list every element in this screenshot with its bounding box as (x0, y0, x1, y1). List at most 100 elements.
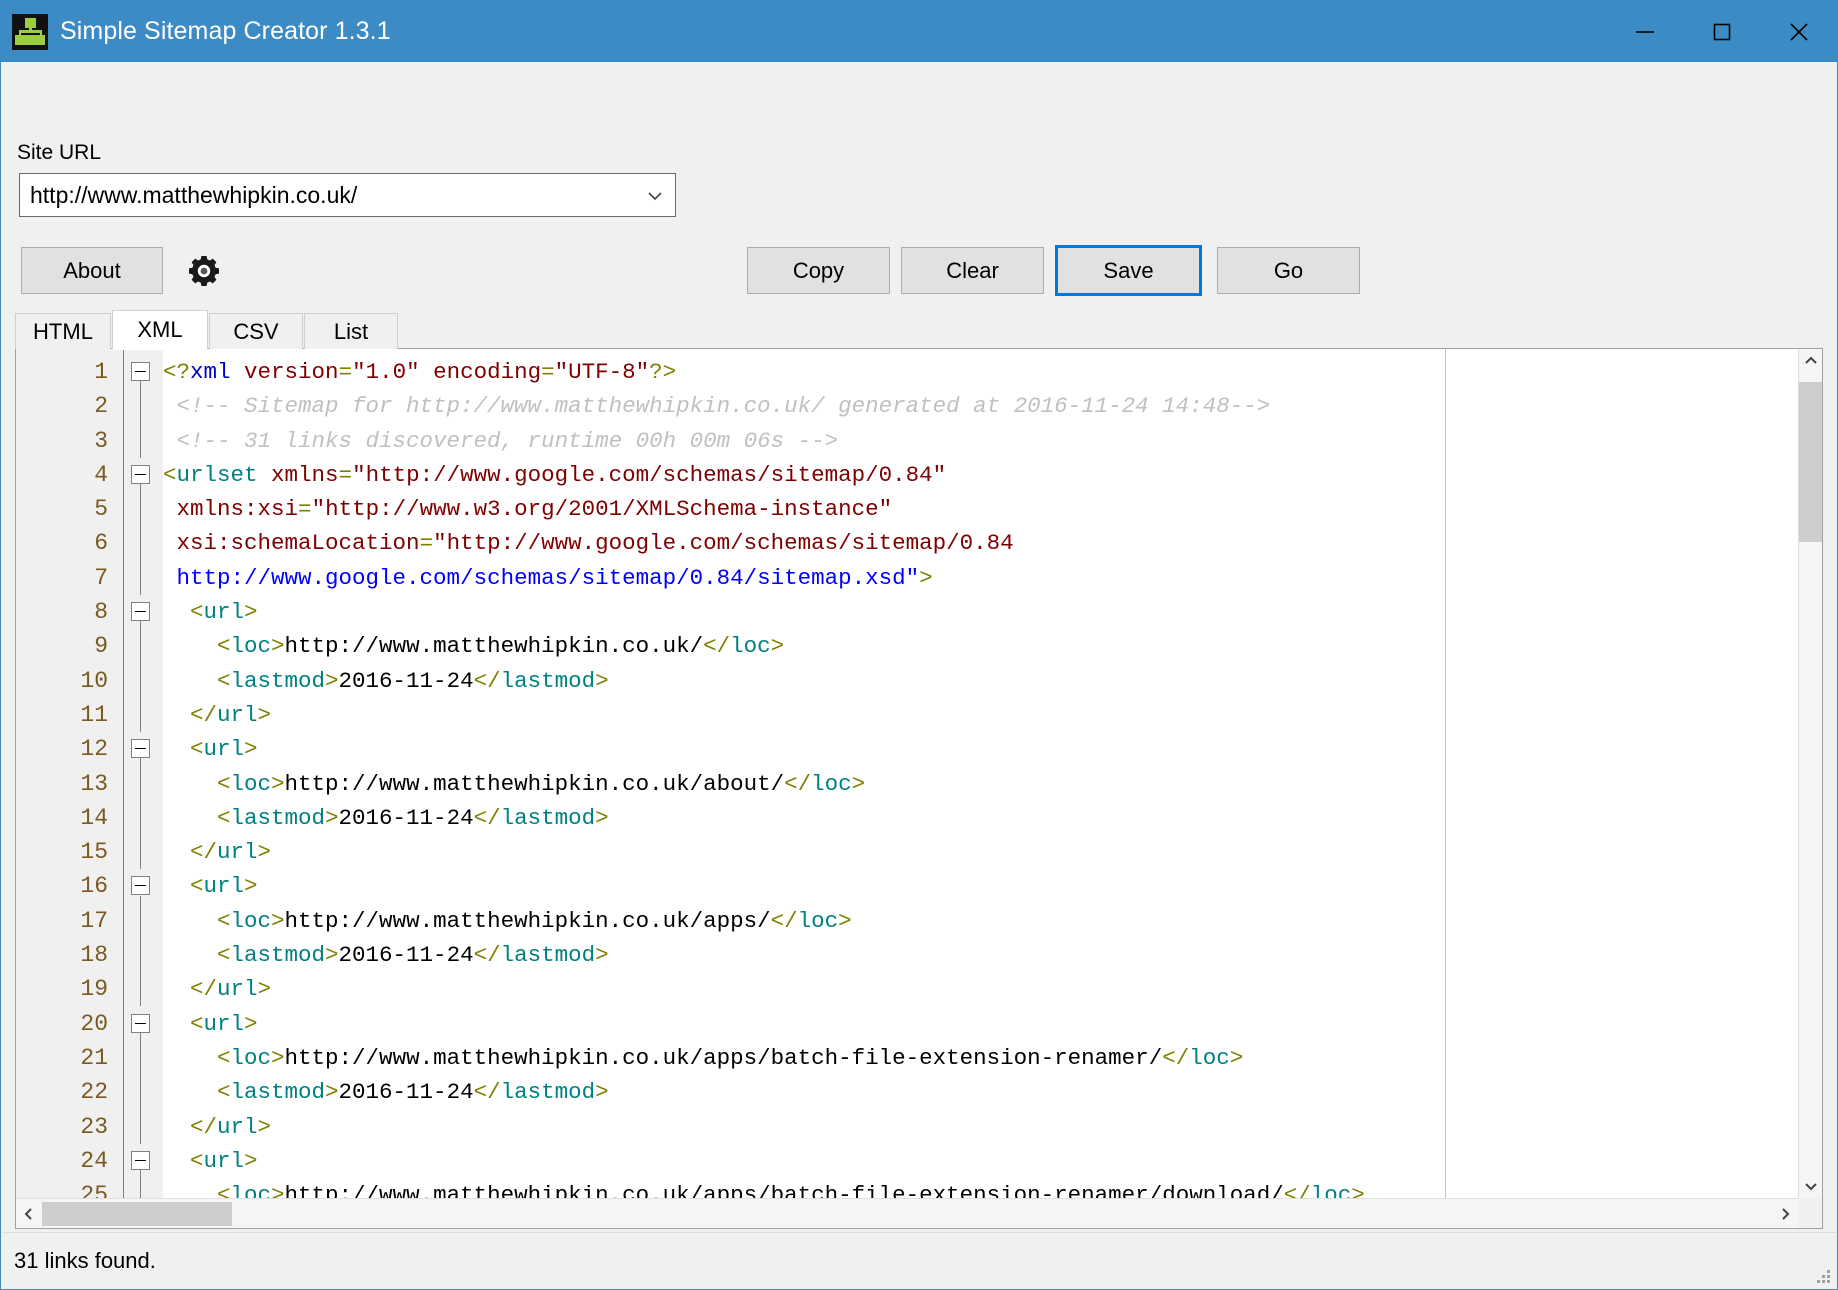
code-line: 12 <url> (16, 732, 1798, 766)
line-number: 12 (80, 736, 108, 763)
code-text: </url> (163, 839, 272, 866)
code-text: <loc>http://www.matthewhipkin.co.uk/apps… (163, 1044, 1244, 1071)
tab-label: HTML (33, 318, 93, 344)
horizontal-scrollbar[interactable] (16, 1198, 1798, 1228)
code-text: <!-- Sitemap for http://www.matthewhipki… (163, 393, 1271, 420)
code-text: http://www.google.com/schemas/sitemap/0.… (176, 564, 933, 591)
code-text: <loc>http://www.matthewhipkin.co.uk/</lo… (163, 633, 785, 660)
tab-label: XML (137, 317, 183, 342)
main-content: Site URL About Copy Clear Save Go HTML XM… (1, 62, 1837, 1289)
site-url-input[interactable] (20, 175, 638, 215)
code-text: <url> (163, 736, 258, 763)
code-line: 22 <lastmod>2016-11-24</lastmod> (16, 1075, 1798, 1109)
status-message: 31 links found. (14, 1247, 156, 1273)
fold-guide-line (140, 1032, 141, 1144)
line-number: 22 (80, 1079, 108, 1106)
window-title: Simple Sitemap Creator 1.3.1 (60, 17, 391, 45)
code-text: </url> (163, 701, 272, 728)
fold-toggle-icon[interactable] (131, 602, 150, 622)
line-number: 3 (94, 427, 108, 454)
copy-button[interactable]: Copy (747, 247, 890, 294)
code-line: 1 <?xml version="1.0" encoding="UTF-8"?> (16, 355, 1798, 389)
fold-toggle-icon[interactable] (131, 1013, 150, 1033)
code-line: 25 <loc>http://www.matthewhipkin.co.uk/a… (16, 1178, 1798, 1198)
site-url-combobox[interactable] (19, 173, 676, 217)
code-text: <!-- 31 links discovered, runtime 00h 00… (163, 427, 839, 454)
tab-list[interactable]: List (304, 313, 398, 349)
line-number: 23 (80, 1113, 108, 1140)
code-line: 3 <!-- 31 links discovered, runtime 00h … (16, 424, 1798, 458)
scroll-left-icon[interactable] (16, 1199, 42, 1228)
code-line: 23 </url> (16, 1110, 1798, 1144)
line-number: 18 (80, 942, 108, 969)
code-line: 16 <url> (16, 869, 1798, 903)
go-button[interactable]: Go (1217, 247, 1360, 294)
line-number: 15 (80, 839, 108, 866)
line-number: 24 (80, 1147, 108, 1174)
sitemap-icon (12, 13, 48, 50)
line-number: 20 (80, 1010, 108, 1037)
line-number: 5 (94, 496, 108, 523)
clear-button[interactable]: Clear (901, 247, 1044, 294)
tab-html[interactable]: HTML (15, 313, 111, 349)
code-text: <url> (163, 873, 258, 900)
line-number: 10 (80, 667, 108, 694)
code-line: 20 <url> (16, 1007, 1798, 1041)
app-window: Simple Sitemap Creator 1.3.1 Site URL Ab… (0, 0, 1838, 1290)
scroll-up-icon[interactable] (1799, 349, 1822, 373)
code-text: <loc>http://www.matthewhipkin.co.uk/apps… (163, 907, 852, 934)
fold-toggle-icon[interactable] (131, 1150, 150, 1170)
code-text: xsi:schemaLocation="http://www.google.co… (176, 530, 1014, 557)
about-button[interactable]: About (21, 247, 163, 294)
code-line: 8 <url> (16, 595, 1798, 629)
code-text: <lastmod>2016-11-24</lastmod> (163, 804, 609, 831)
chevron-down-icon[interactable] (645, 186, 665, 206)
code-text: <lastmod>2016-11-24</lastmod> (163, 1079, 609, 1106)
code-text: <?xml version="1.0" encoding="UTF-8"?> (163, 359, 677, 385)
vertical-scroll-thumb[interactable] (1799, 382, 1822, 542)
code-line: 19 </url> (16, 972, 1798, 1006)
code-line: 9 <loc>http://www.matthewhipkin.co.uk/</… (16, 629, 1798, 663)
code-line: 24 <url> (16, 1144, 1798, 1178)
line-number: 13 (80, 770, 108, 797)
line-number: 17 (80, 907, 108, 934)
xml-output-editor[interactable]: 1 <?xml version="1.0" encoding="UTF-8"?> 2… (15, 348, 1823, 1229)
line-number: 2 (94, 393, 108, 420)
status-bar: 31 links found. (2, 1232, 1836, 1288)
fold-guide-line (140, 1169, 141, 1198)
code-line: 17 <loc>http://www.matthewhipkin.co.uk/a… (16, 904, 1798, 938)
save-button[interactable]: Save (1055, 245, 1202, 296)
tab-xml[interactable]: XML (112, 310, 208, 350)
window-controls (1606, 1, 1837, 62)
scrollbar-corner (1798, 1198, 1822, 1228)
fold-guide-line (140, 895, 141, 1007)
code-line: 15 </url> (16, 835, 1798, 869)
close-icon[interactable] (1760, 1, 1837, 62)
gear-icon[interactable] (187, 254, 221, 288)
vertical-scrollbar[interactable] (1798, 349, 1822, 1198)
code-viewport[interactable]: 1 <?xml version="1.0" encoding="UTF-8"?> 2… (16, 349, 1798, 1198)
line-number: 1 (94, 359, 108, 385)
code-text: <loc>http://www.matthewhipkin.co.uk/apps… (163, 1182, 1365, 1198)
fold-toggle-icon[interactable] (131, 739, 150, 759)
fold-toggle-icon[interactable] (131, 876, 150, 896)
horizontal-scroll-thumb[interactable] (42, 1202, 232, 1226)
fold-toggle-icon[interactable] (131, 362, 150, 381)
code-line: 6 xsi:schemaLocation="http://www.google.… (16, 526, 1798, 560)
line-number: 8 (94, 599, 108, 626)
line-number: 4 (94, 461, 108, 488)
tab-csv[interactable]: CSV (209, 313, 303, 349)
scroll-down-icon[interactable] (1799, 1174, 1822, 1198)
scroll-right-icon[interactable] (1772, 1199, 1798, 1228)
code-text: <url> (163, 599, 258, 626)
code-line: 2 <!-- Sitemap for http://www.matthewhip… (16, 389, 1798, 423)
code-line: 11 </url> (16, 698, 1798, 732)
code-line: 18 <lastmod>2016-11-24</lastmod> (16, 938, 1798, 972)
code-text: <url> (163, 1147, 258, 1174)
code-text: </url> (163, 1113, 272, 1140)
code-line: 7 http://www.google.com/schemas/sitemap/… (16, 561, 1798, 595)
fold-toggle-icon[interactable] (131, 464, 150, 484)
minimize-icon[interactable] (1606, 1, 1683, 62)
maximize-icon[interactable] (1683, 1, 1760, 62)
resize-grip-icon[interactable] (1815, 1268, 1831, 1284)
